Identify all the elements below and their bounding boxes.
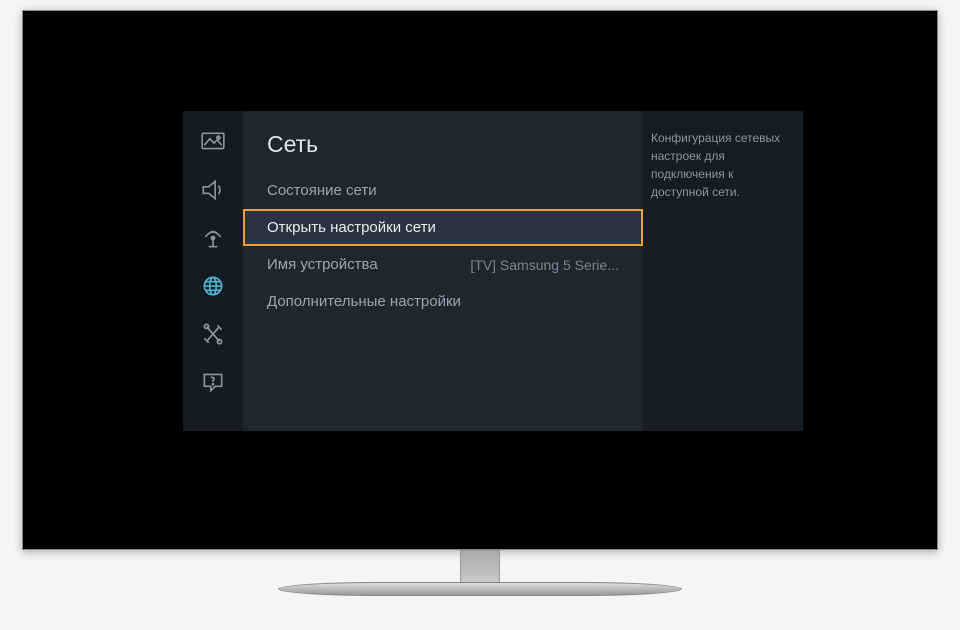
picture-icon[interactable] [200, 131, 226, 153]
menu-item-label: Состояние сети [267, 182, 377, 199]
menu-item-network-status[interactable]: Состояние сети [243, 172, 643, 209]
settings-screen: Сеть Состояние сети Открыть настройки се… [183, 111, 803, 431]
menu-item-label: Открыть настройки сети [267, 219, 436, 236]
menu-item-additional-settings[interactable]: Дополнительные настройки [243, 283, 643, 320]
sound-icon[interactable] [200, 179, 226, 201]
support-icon[interactable] [200, 371, 226, 393]
menu-title: Сеть [243, 123, 643, 172]
menu-item-device-name[interactable]: Имя устройства [TV] Samsung 5 Serie... [243, 246, 643, 283]
menu-column: Сеть Состояние сети Открыть настройки се… [243, 111, 643, 431]
settings-sidebar [183, 111, 243, 431]
tools-icon[interactable] [200, 323, 226, 345]
network-icon[interactable] [200, 275, 226, 297]
main-panel: Сеть Состояние сети Открыть настройки се… [243, 111, 803, 431]
tv-stand-base [278, 582, 682, 596]
menu-item-label: Дополнительные настройки [267, 293, 461, 310]
menu-item-open-network-settings[interactable]: Открыть настройки сети [243, 209, 643, 246]
menu-item-label: Имя устройства [267, 256, 378, 273]
help-panel: Конфигурация сетевых настроек для подклю… [643, 111, 803, 431]
menu-item-value: [TV] Samsung 5 Serie... [470, 257, 619, 273]
tv-frame: Сеть Состояние сети Открыть настройки се… [22, 10, 938, 550]
tv-stand-neck [460, 550, 500, 585]
help-text: Конфигурация сетевых настроек для подклю… [651, 129, 793, 201]
broadcast-icon[interactable] [200, 227, 226, 249]
